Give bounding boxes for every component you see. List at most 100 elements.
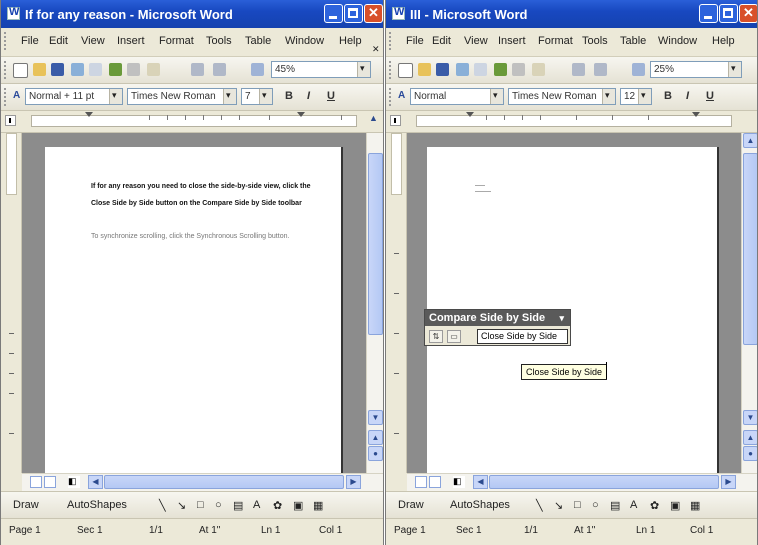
- wordart-tool-icon[interactable]: A: [253, 499, 260, 511]
- undo-icon[interactable]: [191, 63, 204, 76]
- scroll-up-arrow-icon[interactable]: ▲: [366, 113, 381, 128]
- font-combo[interactable]: Times New Roman: [508, 88, 616, 105]
- menu-tools[interactable]: Tools: [206, 35, 232, 47]
- web-layout-view-button[interactable]: [44, 476, 56, 488]
- menu-view[interactable]: View: [81, 35, 105, 47]
- menu-grip[interactable]: [4, 32, 9, 50]
- scroll-thumb[interactable]: [743, 153, 757, 345]
- reading-layout-icon[interactable]: ◧: [68, 476, 80, 488]
- print-icon[interactable]: [89, 63, 102, 76]
- menu-view[interactable]: View: [464, 35, 488, 47]
- scroll-down-arrow-icon[interactable]: ▼: [743, 410, 757, 425]
- picture-tool-icon[interactable]: ▦: [313, 499, 323, 512]
- cut-copy-paste-icon[interactable]: [532, 63, 545, 76]
- right-horizontal-scrollbar[interactable]: ◧ ◀ ▶: [407, 473, 757, 491]
- web-layout-view-button[interactable]: [429, 476, 441, 488]
- line-tool-icon[interactable]: ╲: [159, 499, 166, 512]
- horizontal-scroll-thumb[interactable]: [104, 475, 344, 489]
- arrow-tool-icon[interactable]: ↘: [177, 499, 186, 512]
- menu-help[interactable]: Help: [339, 35, 362, 47]
- menu-grip[interactable]: [389, 32, 394, 50]
- autoshapes-menu[interactable]: AutoShapes: [450, 499, 510, 511]
- oval-tool-icon[interactable]: ○: [592, 499, 599, 511]
- open-icon[interactable]: [418, 63, 431, 76]
- spelling-icon[interactable]: [109, 63, 122, 76]
- font-size-combo[interactable]: 7: [241, 88, 273, 105]
- menu-insert[interactable]: Insert: [117, 35, 145, 47]
- line-tool-icon[interactable]: ╲: [536, 499, 543, 512]
- save-icon[interactable]: [51, 63, 64, 76]
- normal-view-button[interactable]: [415, 476, 427, 488]
- table-icon[interactable]: [632, 63, 645, 76]
- font-size-dropdown-icon[interactable]: [259, 89, 272, 104]
- font-dropdown-icon[interactable]: [602, 89, 615, 104]
- diagram-tool-icon[interactable]: ✿: [273, 499, 282, 512]
- left-horizontal-scrollbar[interactable]: ◧ ◀ ▶: [22, 473, 383, 491]
- menu-tools[interactable]: Tools: [582, 35, 608, 47]
- oval-tool-icon[interactable]: ○: [215, 499, 222, 511]
- arrow-tool-icon[interactable]: ↘: [554, 499, 563, 512]
- previous-page-icon[interactable]: ▲: [368, 430, 383, 445]
- draw-menu[interactable]: Draw: [13, 499, 39, 511]
- print-icon[interactable]: [474, 63, 487, 76]
- left-title-bar[interactable]: If for any reason - Microsoft Word: [1, 0, 383, 28]
- reading-layout-icon[interactable]: ◧: [453, 476, 465, 488]
- right-indent-marker[interactable]: [297, 112, 305, 117]
- table-icon[interactable]: [251, 63, 264, 76]
- close-side-by-side-button[interactable]: Close Side by Side: [477, 329, 568, 344]
- tab-selector[interactable]: [5, 115, 16, 126]
- right-document-area[interactable]: [407, 133, 741, 473]
- close-button[interactable]: [364, 4, 383, 23]
- permission-icon[interactable]: [71, 63, 84, 76]
- textbox-tool-icon[interactable]: ▤: [233, 499, 243, 512]
- redo-icon[interactable]: [594, 63, 607, 76]
- tab-selector[interactable]: [390, 115, 401, 126]
- rectangle-tool-icon[interactable]: □: [197, 499, 204, 511]
- redo-icon[interactable]: [213, 63, 226, 76]
- close-button[interactable]: [739, 4, 757, 23]
- font-size-combo[interactable]: 12: [620, 88, 652, 105]
- select-browse-object-icon[interactable]: ●: [368, 446, 383, 461]
- wordart-tool-icon[interactable]: A: [630, 499, 637, 511]
- scroll-left-arrow-icon[interactable]: ◀: [88, 475, 103, 489]
- zoom-combo[interactable]: 45%: [271, 61, 371, 78]
- style-combo[interactable]: Normal + 11 pt: [25, 88, 123, 105]
- cut-copy-paste-icon[interactable]: [147, 63, 160, 76]
- scroll-right-arrow-icon[interactable]: ▶: [346, 475, 361, 489]
- maximize-button[interactable]: [344, 4, 363, 23]
- menu-window[interactable]: Window: [285, 35, 324, 47]
- picture-tool-icon[interactable]: ▦: [690, 499, 700, 512]
- font-combo[interactable]: Times New Roman: [127, 88, 237, 105]
- left-page[interactable]: If for any reason you need to close the …: [45, 147, 343, 473]
- right-title-bar[interactable]: III - Microsoft Word: [386, 0, 757, 28]
- right-vertical-scrollbar[interactable]: ▲ ▼ ▲ ●: [741, 133, 757, 473]
- word-app-icon[interactable]: [7, 6, 20, 20]
- toolbar-grip[interactable]: [389, 61, 394, 79]
- right-indent-marker[interactable]: [692, 112, 700, 117]
- new-document-icon[interactable]: [398, 63, 413, 78]
- menu-format[interactable]: Format: [538, 35, 573, 47]
- left-horizontal-ruler[interactable]: ▲: [1, 111, 383, 133]
- first-line-indent-marker[interactable]: [466, 112, 474, 117]
- bold-button[interactable]: B: [664, 90, 672, 102]
- menu-edit[interactable]: Edit: [49, 35, 68, 47]
- scroll-up-arrow-icon[interactable]: ▲: [743, 133, 757, 148]
- underline-button[interactable]: U: [327, 90, 335, 102]
- zoom-dropdown-icon[interactable]: [357, 62, 370, 77]
- open-icon[interactable]: [33, 63, 46, 76]
- italic-button[interactable]: I: [307, 90, 310, 102]
- previous-page-icon[interactable]: ▲: [743, 430, 757, 445]
- menu-format[interactable]: Format: [159, 35, 194, 47]
- menu-file[interactable]: File: [406, 35, 424, 47]
- left-document-area[interactable]: If for any reason you need to close the …: [22, 133, 366, 473]
- clipart-tool-icon[interactable]: ▣: [670, 499, 680, 512]
- scroll-left-arrow-icon[interactable]: ◀: [473, 475, 488, 489]
- synchronous-scrolling-icon[interactable]: ⇅: [429, 330, 443, 343]
- style-dropdown-icon[interactable]: [490, 89, 503, 104]
- zoom-dropdown-icon[interactable]: [728, 62, 741, 77]
- italic-button[interactable]: I: [686, 90, 689, 102]
- scroll-right-arrow-icon[interactable]: ▶: [721, 475, 736, 489]
- spelling-icon[interactable]: [494, 63, 507, 76]
- styles-icon[interactable]: A: [13, 90, 20, 101]
- menu-help[interactable]: Help: [712, 35, 735, 47]
